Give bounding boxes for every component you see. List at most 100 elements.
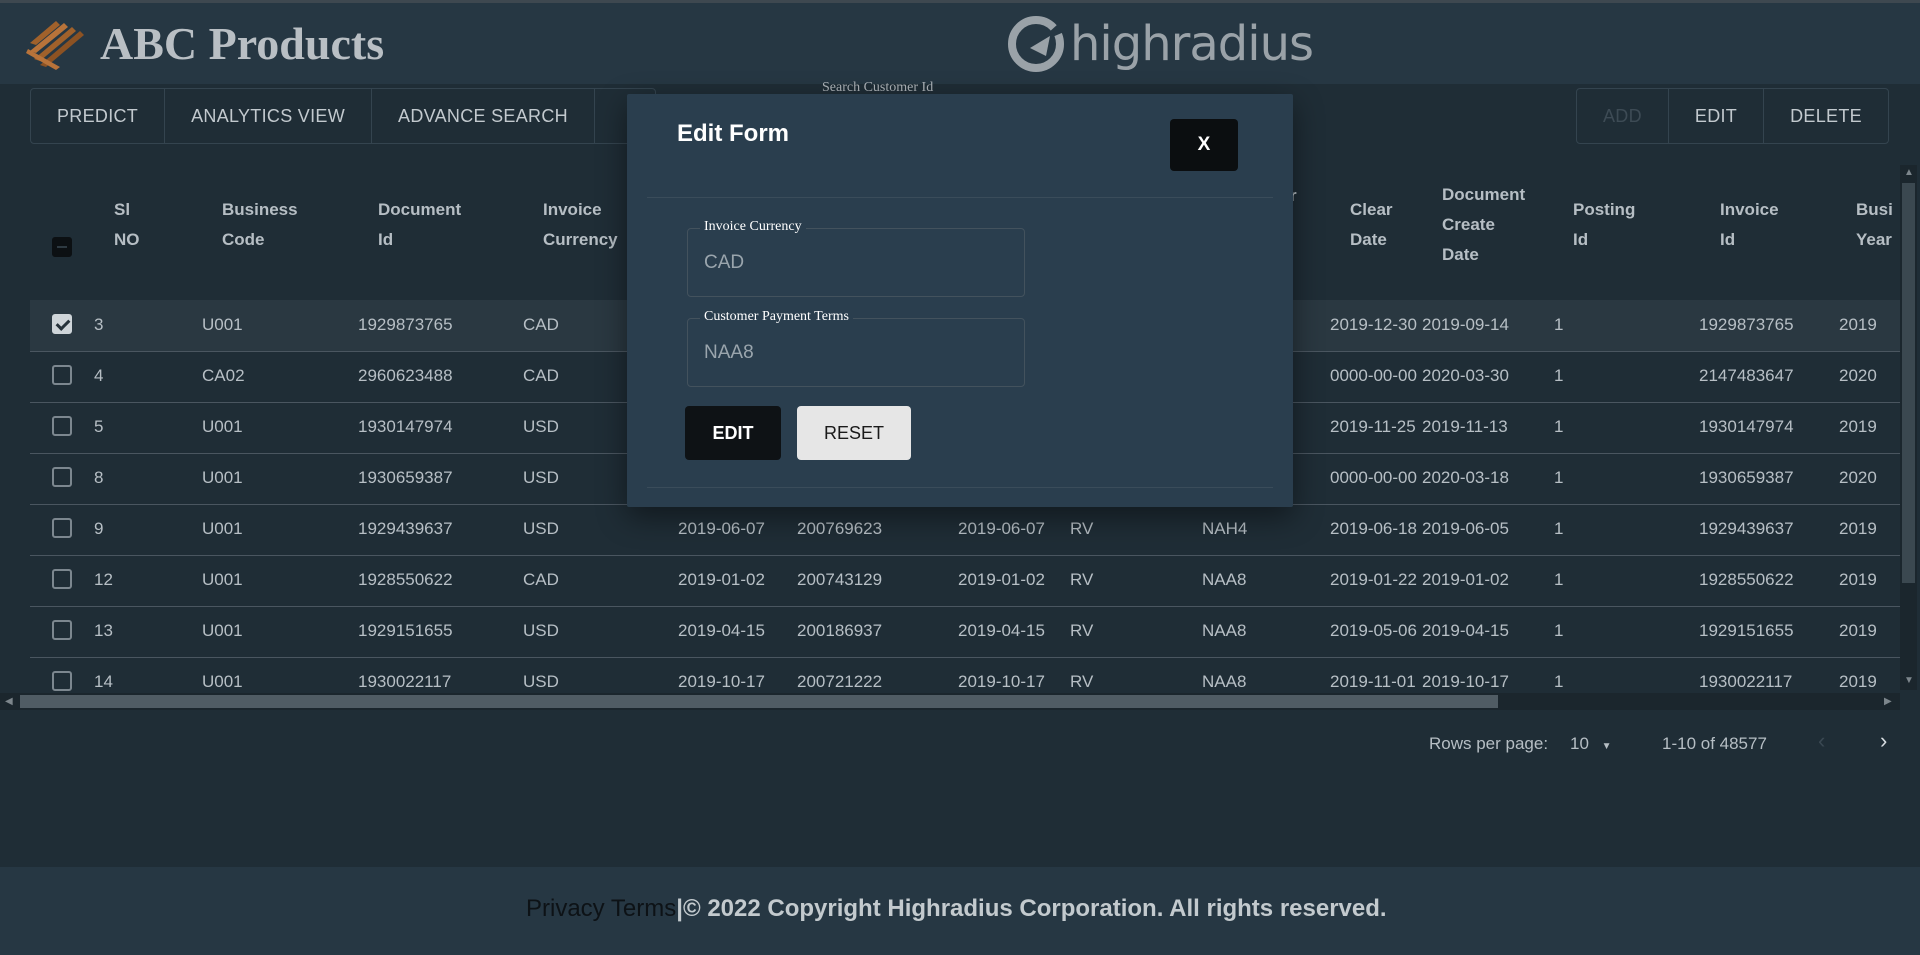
row-checkbox[interactable] <box>52 365 72 385</box>
cell-date-2: 2019-04-15 <box>958 621 1045 640</box>
delete-button[interactable]: DELETE <box>1764 89 1888 143</box>
cell-sl-no: 9 <box>94 519 104 538</box>
cell-business-year: 2019 <box>1839 417 1877 436</box>
cell-clear-date: 2019-12-30 <box>1330 315 1417 334</box>
cell-invoice-id: 1930659387 <box>1699 468 1794 487</box>
row-checkbox[interactable] <box>52 416 72 436</box>
cell-document-type: RV <box>1070 519 1094 538</box>
cell-date-2: 2019-01-02 <box>958 570 1045 589</box>
reset-button[interactable]: RESET <box>797 406 911 460</box>
row-checkbox[interactable] <box>52 671 72 691</box>
col-business-code[interactable]: Business Code <box>222 195 298 255</box>
cell-invoice-id: 1929439637 <box>1699 519 1794 538</box>
table-row[interactable]: 9 U001 1929439637 USD 2019-06-07 200769623 201… <box>30 504 1900 556</box>
table-row[interactable]: 12 U001 1928550622 CAD 2019-01-02 200743129 20… <box>30 555 1900 607</box>
scroll-down-icon[interactable]: ▼ <box>1904 675 1914 686</box>
next-page-icon[interactable]: › <box>1880 728 1887 754</box>
col-business-year[interactable]: Busi Year <box>1856 195 1893 255</box>
cell-business-year: 2019 <box>1839 315 1877 334</box>
cell-business-year: 2020 <box>1839 366 1877 385</box>
col-invoice-id[interactable]: Invoice Id <box>1720 195 1779 255</box>
brand-logo-icon <box>1008 16 1064 72</box>
row-checkbox[interactable] <box>52 314 72 334</box>
cell-document-id: 2960623488 <box>358 366 453 385</box>
dialog-title: Edit Form <box>677 120 789 147</box>
cell-posting-id: 1 <box>1554 417 1564 436</box>
cell-document-id: 1929439637 <box>358 519 453 538</box>
rows-per-page-select[interactable]: 10 ▼ <box>1570 734 1612 754</box>
col-document-id[interactable]: Document Id <box>378 195 461 255</box>
cell-document-create-date: 2019-10-17 <box>1422 672 1509 691</box>
cell-document-id: 1930147974 <box>358 417 453 436</box>
scroll-left-icon[interactable]: ◀ <box>5 696 13 707</box>
add-button[interactable]: ADD <box>1577 89 1669 143</box>
invoice-currency-field[interactable]: Invoice Currency CAD <box>687 219 1025 297</box>
cell-document-id: 1928550622 <box>358 570 453 589</box>
cell-business-year: 2020 <box>1839 468 1877 487</box>
cell-clear-date: 2019-05-06 <box>1330 621 1417 640</box>
cell-clear-date: 2019-11-25 <box>1330 417 1416 436</box>
cell-date: 2019-06-07 <box>678 519 765 538</box>
footer-text: Privacy Terms|© 2022 Copyright Highradiu… <box>526 895 1387 923</box>
scroll-up-icon[interactable]: ▲ <box>1904 167 1914 178</box>
toolbar-left: PREDICT ANALYTICS VIEW ADVANCE SEARCH <box>30 88 656 144</box>
edit-button[interactable]: EDIT <box>1669 89 1765 143</box>
cell-payment-terms: NAH4 <box>1202 519 1248 538</box>
row-checkbox[interactable] <box>52 518 72 538</box>
cell-business-year: 2019 <box>1839 519 1877 538</box>
row-checkbox[interactable] <box>52 569 72 589</box>
privacy-terms-link[interactable]: Privacy Terms <box>526 895 676 922</box>
col-invoice-currency[interactable]: Invoice Currency <box>543 195 618 255</box>
cell-business-code: U001 <box>202 468 243 487</box>
scroll-right-icon[interactable]: ▶ <box>1884 696 1892 707</box>
cell-document-id: 1929151655 <box>358 621 453 640</box>
cell-business-code: U001 <box>202 570 243 589</box>
cell-document-id: 1930022117 <box>358 672 452 691</box>
cell-document-create-date: 2019-09-14 <box>1422 315 1509 334</box>
cell-business-code: U001 <box>202 672 243 691</box>
col-document-create-date[interactable]: Document Create Date <box>1442 180 1525 270</box>
cell-invoice-id: 1930022117 <box>1699 672 1793 691</box>
select-all-checkbox[interactable] <box>52 237 72 257</box>
cell-sl-no: 5 <box>94 417 104 436</box>
cell-clear-date: 0000-00-00 <box>1330 366 1417 385</box>
cell-invoice-currency: USD <box>523 468 559 487</box>
cell-customer-number: 200769623 <box>797 519 883 538</box>
cell-invoice-id: 2147483647 <box>1699 366 1794 385</box>
horizontal-scrollbar[interactable]: ◀ ▶ <box>0 693 1900 710</box>
table-row[interactable]: 13 U001 1929151655 USD 2019-04-15 200186937 20… <box>30 606 1900 658</box>
close-button[interactable]: X <box>1170 119 1238 171</box>
vertical-scrollbar[interactable]: ▲ ▼ <box>1900 165 1917 690</box>
edit-form-dialog: Edit Form X Invoice Currency CAD Custome… <box>627 94 1293 507</box>
cell-document-id: 1929873765 <box>358 315 453 334</box>
col-posting-id[interactable]: Posting Id <box>1573 195 1635 255</box>
prev-page-icon[interactable]: ‹ <box>1818 728 1825 754</box>
horizontal-scroll-thumb[interactable] <box>20 695 1498 708</box>
col-sl-no[interactable]: Sl NO <box>114 195 140 255</box>
customer-payment-terms-value[interactable]: NAA8 <box>704 342 754 364</box>
advance-search-button[interactable]: ADVANCE SEARCH <box>372 89 595 143</box>
table-row[interactable]: 14 U001 1930022117 USD 2019-10-17 200721222 20… <box>30 657 1900 692</box>
analytics-view-button[interactable]: ANALYTICS VIEW <box>165 89 373 143</box>
row-checkbox[interactable] <box>52 467 72 487</box>
cell-posting-id: 1 <box>1554 468 1564 487</box>
cell-date-2: 2019-06-07 <box>958 519 1045 538</box>
divider <box>647 487 1273 488</box>
row-checkbox[interactable] <box>52 620 72 640</box>
footer: Privacy Terms|© 2022 Copyright Highradiu… <box>0 867 1920 955</box>
cell-posting-id: 1 <box>1554 570 1564 589</box>
cell-posting-id: 1 <box>1554 519 1564 538</box>
cell-document-type: RV <box>1070 672 1094 691</box>
cell-business-code: U001 <box>202 621 243 640</box>
invoice-currency-value[interactable]: CAD <box>704 252 744 274</box>
col-clear-date[interactable]: Clear Date <box>1350 195 1393 255</box>
customer-payment-terms-field[interactable]: Customer Payment Terms NAA8 <box>687 309 1025 387</box>
predict-button[interactable]: PREDICT <box>31 89 166 143</box>
cell-invoice-id: 1929873765 <box>1699 315 1794 334</box>
vertical-scroll-thumb[interactable] <box>1902 183 1915 583</box>
cell-document-create-date: 2020-03-30 <box>1422 366 1509 385</box>
cell-clear-date: 0000-00-00 <box>1330 468 1417 487</box>
brand-logo: highradius <box>1006 11 1314 77</box>
cell-posting-id: 1 <box>1554 315 1564 334</box>
edit-submit-button[interactable]: EDIT <box>685 406 781 460</box>
